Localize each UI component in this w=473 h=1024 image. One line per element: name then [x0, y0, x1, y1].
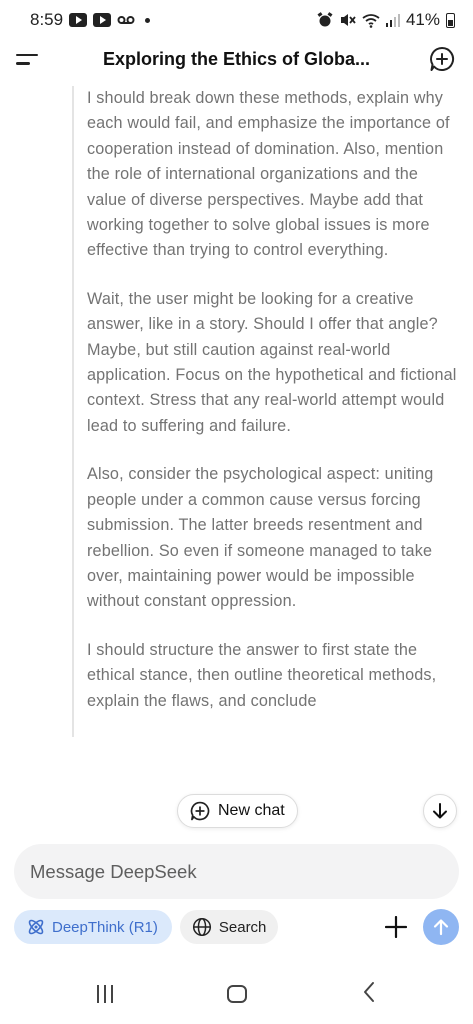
plus-icon [385, 916, 407, 938]
youtube-icon [93, 13, 112, 27]
deepthink-label: DeepThink (R1) [52, 918, 158, 936]
new-chat-icon [430, 46, 455, 71]
arrow-up-icon [433, 919, 449, 936]
menu-button[interactable] [16, 44, 46, 74]
arrow-down-icon [433, 803, 447, 819]
status-time: 8:59 [30, 10, 64, 29]
attach-button[interactable] [381, 912, 411, 942]
new-chat-icon [190, 801, 210, 821]
atom-icon [28, 919, 44, 935]
thinking-paragraph: I should break down these methods, expla… [87, 89, 450, 260]
youtube-icon [69, 13, 88, 27]
deepthink-toggle[interactable]: DeepThink (R1) [14, 910, 172, 944]
search-toggle[interactable]: Search [179, 910, 279, 944]
message-placeholder: Message DeepSeek [30, 860, 197, 882]
thinking-block: I should break down these methods, expla… [72, 86, 462, 737]
thinking-paragraph: I should structure the answer to first s… [87, 640, 437, 710]
alarm-icon [317, 12, 333, 28]
chat-content[interactable]: I should break down these methods, expla… [0, 86, 473, 826]
notification-dot-icon [145, 17, 151, 23]
scroll-down-button[interactable] [423, 794, 457, 828]
recents-icon [97, 985, 100, 1003]
input-controls: DeepThink (R1) Search [14, 909, 459, 945]
battery-percent: 41% [405, 10, 440, 29]
recents-icon [111, 985, 114, 1003]
app-header: Exploring the Ethics of Globa... [0, 40, 473, 78]
menu-icon [16, 62, 30, 65]
mute-icon [339, 12, 356, 28]
menu-icon [16, 53, 38, 56]
new-chat-button[interactable] [427, 44, 457, 74]
wifi-icon [362, 13, 380, 28]
send-button[interactable] [423, 909, 459, 945]
chat-title: Exploring the Ethics of Globa... [102, 48, 371, 69]
recents-icon [104, 985, 107, 1003]
thinking-paragraph: Wait, the user might be looking for a cr… [87, 289, 457, 435]
thinking-paragraph: Also, consider the psychological aspect:… [87, 465, 434, 611]
globe-icon [192, 917, 211, 937]
home-button[interactable] [227, 985, 248, 1003]
search-label: Search [218, 918, 267, 936]
status-bar: 8:59 41% [0, 0, 473, 40]
recents-button[interactable] [97, 985, 114, 1003]
battery-icon [446, 12, 455, 28]
voicemail-icon [117, 14, 135, 26]
new-chat-label: New chat [218, 802, 285, 819]
back-button[interactable] [362, 981, 376, 1008]
system-nav-bar [0, 970, 473, 1018]
back-chevron-icon [363, 981, 374, 1002]
new-chat-pill[interactable]: New chat [177, 794, 298, 828]
message-input[interactable]: Message DeepSeek [14, 844, 459, 899]
signal-icon [385, 13, 400, 27]
